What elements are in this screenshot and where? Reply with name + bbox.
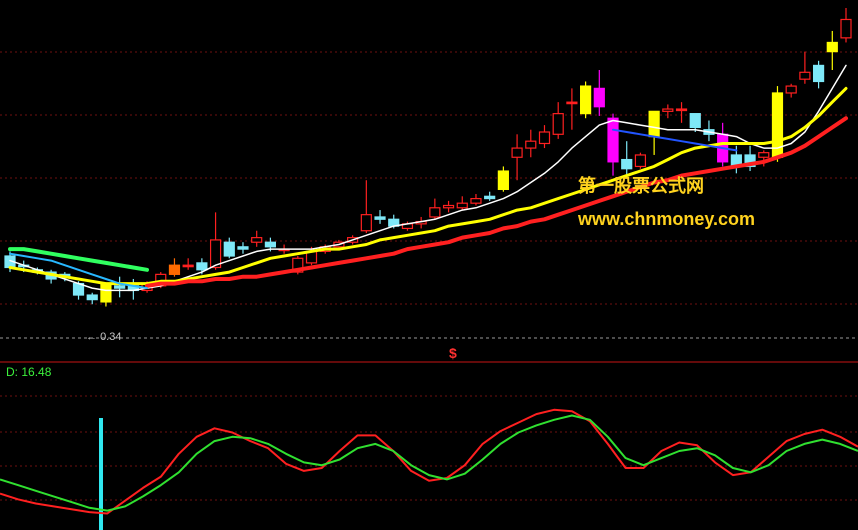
candle bbox=[525, 129, 537, 158]
candle-body bbox=[223, 241, 235, 257]
candle-body bbox=[758, 152, 770, 158]
d-value: 16.48 bbox=[21, 365, 52, 379]
candle-body bbox=[264, 241, 276, 248]
oscillator-line bbox=[0, 414, 858, 512]
candle bbox=[484, 191, 496, 201]
candle bbox=[552, 102, 564, 139]
candle-body bbox=[114, 285, 126, 289]
chart-canvas bbox=[0, 8, 858, 530]
candle-body bbox=[251, 237, 263, 243]
candle bbox=[45, 269, 57, 284]
candle-body bbox=[196, 262, 208, 271]
candle-body bbox=[812, 64, 825, 83]
low-price-label: ← 0.34 bbox=[86, 331, 122, 343]
candle bbox=[634, 152, 647, 169]
candle-body bbox=[580, 85, 592, 115]
candle-body bbox=[182, 264, 194, 268]
candle bbox=[799, 51, 811, 84]
candle-body bbox=[634, 154, 647, 168]
signal-marker: $ bbox=[449, 345, 457, 361]
candle bbox=[771, 86, 784, 162]
candle-body bbox=[511, 147, 523, 158]
candle bbox=[429, 198, 441, 220]
price-gridlines bbox=[0, 51, 858, 339]
candle bbox=[497, 166, 509, 192]
candle-body bbox=[168, 264, 181, 275]
candle-body bbox=[100, 282, 112, 303]
candle-body bbox=[799, 71, 811, 80]
candle-body bbox=[456, 202, 468, 209]
candle bbox=[648, 110, 660, 155]
candlestick-series bbox=[4, 8, 852, 307]
candle bbox=[374, 210, 386, 224]
candle-body bbox=[840, 18, 852, 39]
candle-body bbox=[566, 101, 578, 105]
candle bbox=[593, 70, 605, 116]
oscillator-line bbox=[0, 408, 858, 515]
candle bbox=[840, 8, 852, 43]
candle bbox=[580, 81, 592, 119]
candle-body bbox=[662, 108, 674, 112]
candle bbox=[114, 276, 126, 298]
candle bbox=[607, 113, 619, 176]
candle-body bbox=[607, 117, 619, 163]
candle-body bbox=[360, 214, 372, 232]
oscillator-lines bbox=[0, 408, 858, 530]
chart-window: ← 0.34 $ D: 16.48 第一股票公式网 www.chnmoney.c… bbox=[0, 0, 858, 530]
candle bbox=[100, 282, 112, 307]
candle bbox=[251, 230, 263, 247]
low-price-value: 0.34 bbox=[100, 331, 122, 343]
candle-body bbox=[552, 113, 564, 135]
moving-average-line bbox=[8, 247, 149, 272]
candle-body bbox=[86, 294, 98, 301]
candle bbox=[470, 194, 482, 206]
candle bbox=[744, 145, 756, 172]
candle bbox=[675, 102, 688, 123]
candle bbox=[538, 125, 551, 149]
candle-body bbox=[826, 41, 838, 53]
d-indicator-label: D: 16.48 bbox=[6, 365, 51, 379]
candle bbox=[86, 292, 98, 305]
candle-body bbox=[525, 140, 537, 149]
candle bbox=[456, 196, 468, 211]
candle-body bbox=[442, 204, 455, 209]
candle-body bbox=[785, 85, 797, 94]
candle bbox=[662, 104, 674, 119]
candle-body bbox=[689, 113, 701, 129]
moving-average-line bbox=[8, 86, 848, 286]
candle bbox=[237, 242, 249, 254]
candle-body bbox=[621, 158, 633, 170]
d-prefix: D: bbox=[6, 365, 22, 379]
candle-body bbox=[484, 195, 496, 200]
oscillator-gridlines bbox=[0, 395, 858, 501]
candle bbox=[621, 141, 633, 176]
candle-body bbox=[470, 197, 482, 204]
candle-body bbox=[374, 216, 386, 220]
watermark-url: www.chnmoney.com bbox=[578, 209, 756, 229]
candle-body bbox=[593, 87, 605, 108]
candle bbox=[812, 60, 825, 89]
candle bbox=[360, 180, 372, 234]
candle bbox=[168, 258, 181, 277]
candle bbox=[785, 83, 797, 98]
candle bbox=[182, 258, 194, 270]
candle bbox=[442, 200, 455, 213]
candle bbox=[209, 212, 222, 270]
candle bbox=[511, 134, 523, 181]
candle-body bbox=[648, 110, 660, 138]
candle bbox=[566, 88, 578, 130]
candle-body bbox=[538, 131, 551, 145]
candle-body bbox=[429, 207, 441, 218]
watermark-title: 第一股票公式网 bbox=[578, 176, 704, 196]
candle-body bbox=[237, 246, 249, 250]
candle-body bbox=[675, 108, 688, 112]
candle bbox=[826, 30, 838, 70]
candle-body bbox=[497, 170, 509, 191]
